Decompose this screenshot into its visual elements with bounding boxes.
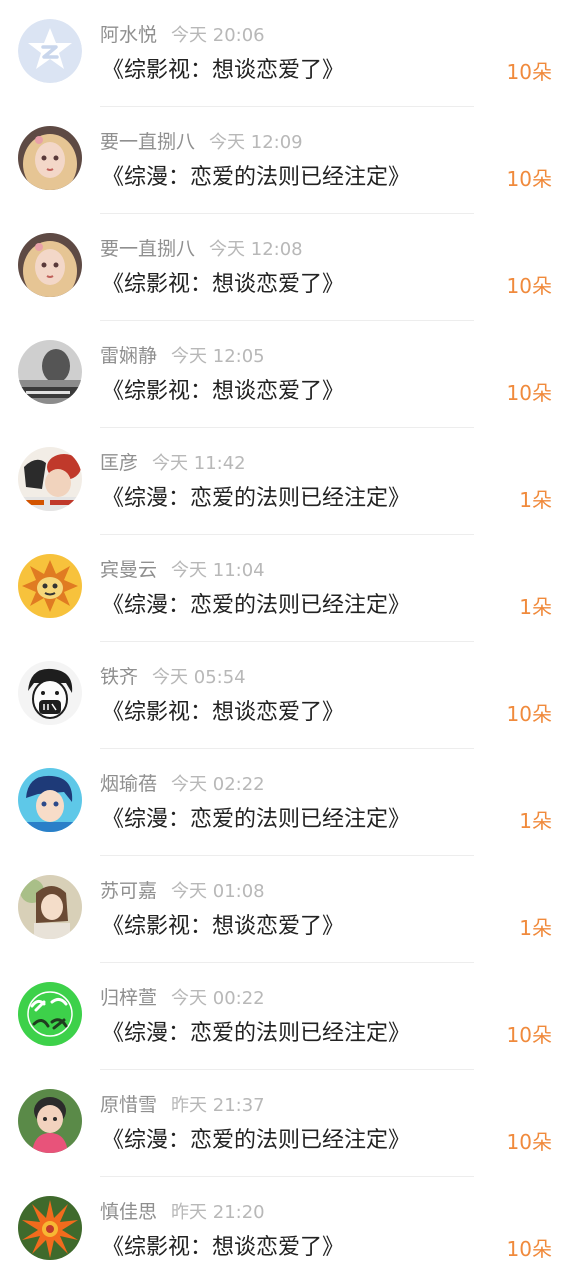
default-avatar-icon[interactable]: [18, 19, 82, 83]
list-item[interactable]: 铁齐 今天 05:54 《综影视：想谈恋爱了》 10朵: [0, 642, 570, 749]
flower-count: 1朵: [519, 488, 552, 512]
masked-boy-avatar[interactable]: [18, 661, 82, 725]
user-name[interactable]: 苏可嘉: [100, 880, 157, 902]
gift-time: 今天 12:09: [209, 132, 303, 153]
book-title[interactable]: 《综漫：恋爱的法则已经注定》: [102, 1126, 410, 1156]
flower-count: 10朵: [506, 167, 552, 191]
orange-cartoon-avatar[interactable]: [18, 554, 82, 618]
gift-time: 今天 11:42: [152, 453, 246, 474]
gift-time: 今天 00:22: [171, 988, 265, 1009]
book-title[interactable]: 《综影视：想谈恋爱了》: [102, 698, 344, 728]
flower-count: 10朵: [506, 702, 552, 726]
gray-photo-avatar[interactable]: [18, 340, 82, 404]
book-title[interactable]: 《综影视：想谈恋爱了》: [102, 912, 344, 942]
book-title[interactable]: 《综影视：想谈恋爱了》: [102, 270, 344, 300]
list-item[interactable]: 原惜雪 昨天 21:37 《综漫：恋爱的法则已经注定》 10朵: [0, 1070, 570, 1177]
book-title[interactable]: 《综影视：想谈恋爱了》: [102, 377, 344, 407]
list-item[interactable]: 苏可嘉 今天 01:08 《综影视：想谈恋爱了》 1朵: [0, 856, 570, 963]
flower-count: 1朵: [519, 916, 552, 940]
gift-time: 今天 05:54: [152, 667, 246, 688]
user-name[interactable]: 原惜雪: [100, 1094, 157, 1116]
list-item[interactable]: 慎佳思 昨天 21:20 《综影视：想谈恋爱了》 10朵: [0, 1177, 570, 1284]
book-title[interactable]: 《综影视：想谈恋爱了》: [102, 1233, 344, 1263]
user-name[interactable]: 阿水悦: [100, 24, 157, 46]
gift-time: 今天 02:22: [171, 774, 265, 795]
user-name[interactable]: 慎佳思: [100, 1201, 157, 1223]
list-item[interactable]: 要一直捌八 今天 12:08 《综影视：想谈恋爱了》 10朵: [0, 214, 570, 321]
red-hat-avatar[interactable]: [18, 447, 82, 511]
anime-girl-avatar[interactable]: [18, 126, 82, 190]
flower-count: 10朵: [506, 1023, 552, 1047]
list-item[interactable]: 匡彦 今天 11:42 《综漫：恋爱的法则已经注定》 1朵: [0, 428, 570, 535]
flower-count: 1朵: [519, 595, 552, 619]
flower-count: 1朵: [519, 809, 552, 833]
gift-list: 阿水悦 今天 20:06 《综影视：想谈恋爱了》 10朵 要一直捌八 今天 12:0…: [0, 0, 570, 1280]
book-title[interactable]: 《综漫：恋爱的法则已经注定》: [102, 484, 410, 514]
list-item[interactable]: 归梓萱 今天 00:22 《综漫：恋爱的法则已经注定》 10朵: [0, 963, 570, 1070]
flower-count: 10朵: [506, 1237, 552, 1261]
user-name[interactable]: 宾曼云: [100, 559, 157, 581]
flower-count: 10朵: [506, 1130, 552, 1154]
list-item[interactable]: 雷娴静 今天 12:05 《综影视：想谈恋爱了》 10朵: [0, 321, 570, 428]
orange-flower-avatar[interactable]: [18, 1196, 82, 1260]
anime-girl-avatar[interactable]: [18, 233, 82, 297]
gift-time: 今天 12:05: [171, 346, 265, 367]
flower-count: 10朵: [506, 381, 552, 405]
list-item[interactable]: 要一直捌八 今天 12:09 《综漫：恋爱的法则已经注定》 10朵: [0, 107, 570, 214]
green-text-avatar[interactable]: [18, 982, 82, 1046]
book-title[interactable]: 《综影视：想谈恋爱了》: [102, 56, 344, 86]
gift-time: 昨天 21:37: [171, 1095, 265, 1116]
list-item[interactable]: 烟瑜蓓 今天 02:22 《综漫：恋爱的法则已经注定》 1朵: [0, 749, 570, 856]
book-title[interactable]: 《综漫：恋爱的法则已经注定》: [102, 591, 410, 621]
flower-count: 10朵: [506, 60, 552, 84]
user-name[interactable]: 铁齐: [100, 666, 138, 688]
child-photo-avatar[interactable]: [18, 1089, 82, 1153]
user-name[interactable]: 要一直捌八: [100, 238, 195, 260]
book-title[interactable]: 《综漫：恋爱的法则已经注定》: [102, 163, 410, 193]
user-name[interactable]: 烟瑜蓓: [100, 773, 157, 795]
list-item[interactable]: 阿水悦 今天 20:06 《综影视：想谈恋爱了》 10朵: [0, 0, 570, 107]
gift-time: 昨天 21:20: [171, 1202, 265, 1223]
book-title[interactable]: 《综漫：恋爱的法则已经注定》: [102, 805, 410, 835]
gift-time: 今天 01:08: [171, 881, 265, 902]
list-item[interactable]: 宾曼云 今天 11:04 《综漫：恋爱的法则已经注定》 1朵: [0, 535, 570, 642]
gift-time: 今天 20:06: [171, 25, 265, 46]
user-name[interactable]: 归梓萱: [100, 987, 157, 1009]
book-title[interactable]: 《综漫：恋爱的法则已经注定》: [102, 1019, 410, 1049]
gift-time: 今天 11:04: [171, 560, 265, 581]
girl-photo-avatar[interactable]: [18, 875, 82, 939]
gift-time: 今天 12:08: [209, 239, 303, 260]
user-name[interactable]: 雷娴静: [100, 345, 157, 367]
user-name[interactable]: 匡彦: [100, 452, 138, 474]
flower-count: 10朵: [506, 274, 552, 298]
anime-boy-avatar[interactable]: [18, 768, 82, 832]
user-name[interactable]: 要一直捌八: [100, 131, 195, 153]
